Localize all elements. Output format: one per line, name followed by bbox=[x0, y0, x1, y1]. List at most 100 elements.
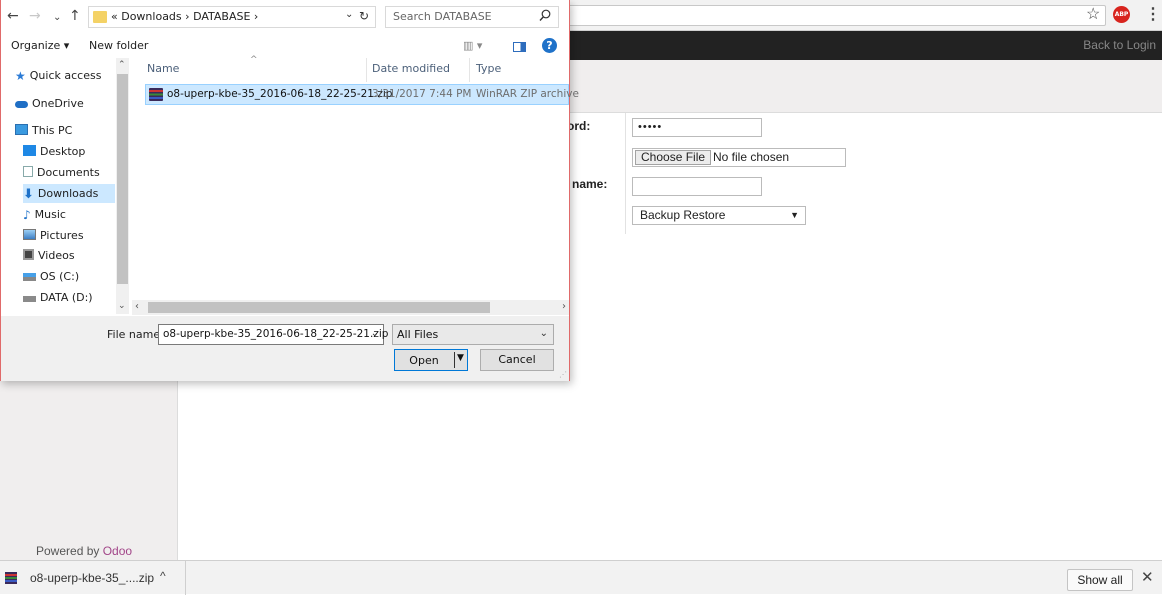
pictures-icon bbox=[23, 229, 36, 240]
address-dropdown-chevron-icon[interactable]: ⌄ bbox=[345, 9, 353, 20]
nav-item-os-c[interactable]: OS (C:) bbox=[23, 267, 115, 286]
cloud-icon bbox=[15, 101, 28, 108]
search-folder-box[interactable]: Search DATABASE bbox=[385, 6, 559, 28]
folder-icon bbox=[93, 11, 107, 23]
nav-item-label: Documents bbox=[37, 166, 100, 179]
recent-locations-chevron-icon[interactable]: ⌄ bbox=[53, 10, 61, 26]
nav-item-label: DATA (D:) bbox=[40, 291, 93, 304]
refresh-icon[interactable]: ↻ bbox=[359, 9, 369, 23]
navigation-pane-scrollbar[interactable]: ⌃ ⌄ bbox=[116, 58, 129, 314]
restore-mode-value: Backup Restore bbox=[640, 208, 726, 222]
new-folder-button[interactable]: New folder bbox=[89, 39, 148, 52]
dialog-navigation-bar: ← → ⌄ ↑ « Downloads › DATABASE › ⌄ ↻ Sea… bbox=[1, 0, 569, 34]
winrar-archive-icon bbox=[149, 88, 163, 101]
dialog-command-bar: Organize ▾ New folder ▥ ▾ ? bbox=[1, 34, 569, 58]
download-item-name: o8-uperp-kbe-35_....zip bbox=[30, 571, 155, 585]
star-pin-icon: ★ bbox=[15, 69, 26, 83]
download-item[interactable]: o8-uperp-kbe-35_....zip ^ bbox=[0, 561, 186, 595]
back-to-login-link[interactable]: Back to Login bbox=[1083, 38, 1156, 52]
organize-menu-button[interactable]: Organize ▾ bbox=[11, 39, 69, 52]
powered-by-text: Powered by bbox=[36, 544, 100, 558]
master-password-label: ord: bbox=[567, 119, 591, 133]
column-header-type[interactable]: Type bbox=[476, 62, 501, 75]
nav-item-quick-access[interactable]: ★ Quick access bbox=[15, 66, 115, 85]
file-type-cell: WinRAR ZIP archive bbox=[476, 88, 579, 100]
breadcrumb-overflow[interactable]: « bbox=[111, 10, 118, 23]
filter-dropdown-chevron-icon: ⌄ bbox=[539, 328, 548, 339]
file-type-filter-select[interactable]: All Files ⌄ bbox=[392, 324, 554, 345]
close-icon[interactable]: ✕ bbox=[1141, 569, 1154, 587]
chevron-up-icon[interactable]: ^ bbox=[160, 569, 166, 583]
nav-item-label: Pictures bbox=[40, 229, 84, 242]
master-password-input[interactable]: ••••• bbox=[632, 118, 762, 137]
nav-item-label: OneDrive bbox=[32, 97, 84, 110]
show-all-downloads-button[interactable]: Show all bbox=[1067, 569, 1133, 591]
file-name-dropdown-chevron-icon[interactable]: ⌄ bbox=[371, 328, 379, 339]
open-button-label: Open bbox=[409, 354, 439, 367]
preview-pane-icon[interactable] bbox=[513, 42, 526, 52]
scrollbar-thumb[interactable] bbox=[117, 74, 128, 284]
backup-file-picker[interactable]: Choose File No file chosen bbox=[632, 148, 846, 167]
file-list-row[interactable]: o8-uperp-kbe-35_2016-06-18_22-25-21.zip … bbox=[145, 84, 579, 105]
powered-by: Powered by Odoo bbox=[36, 544, 132, 558]
nav-item-label: Desktop bbox=[40, 145, 86, 158]
desktop-icon bbox=[23, 145, 36, 156]
documents-icon bbox=[23, 166, 33, 177]
drive-os-icon bbox=[23, 273, 36, 281]
bookmark-star-icon[interactable]: ☆ bbox=[1086, 5, 1100, 25]
scroll-up-chevron-icon[interactable]: ⌃ bbox=[118, 60, 126, 70]
restore-mode-select[interactable]: Backup Restore ▼ bbox=[632, 206, 806, 225]
nav-item-data-d[interactable]: DATA (D:) bbox=[23, 288, 115, 307]
database-name-input[interactable] bbox=[632, 177, 762, 196]
nav-item-onedrive[interactable]: OneDrive bbox=[15, 94, 115, 113]
nav-item-videos[interactable]: Videos bbox=[23, 246, 115, 265]
kebab-menu-icon[interactable]: ⋮ bbox=[1145, 5, 1161, 25]
column-separator[interactable] bbox=[469, 58, 470, 82]
up-arrow-icon[interactable]: ↑ bbox=[69, 8, 81, 24]
adblock-plus-icon[interactable]: ABP bbox=[1113, 6, 1130, 23]
nav-item-music[interactable]: ♪ Music bbox=[23, 205, 115, 224]
cancel-button[interactable]: Cancel bbox=[480, 349, 554, 371]
address-bar[interactable] bbox=[568, 5, 1106, 26]
file-name-input[interactable]: o8-uperp-kbe-35_2016-06-18_22-25-21.zip … bbox=[158, 324, 388, 345]
monitor-icon bbox=[15, 124, 28, 135]
breadcrumb-separator[interactable]: › bbox=[254, 10, 258, 23]
navigation-pane: ★ Quick access OneDrive This PC Desktop D… bbox=[1, 58, 129, 314]
search-icon bbox=[539, 9, 551, 21]
choose-file-button[interactable]: Choose File bbox=[635, 150, 712, 165]
column-header-name[interactable]: Name bbox=[147, 62, 179, 75]
nav-item-documents[interactable]: Documents bbox=[23, 163, 115, 182]
column-header-date-modified[interactable]: Date modified bbox=[372, 62, 450, 75]
nav-item-desktop[interactable]: Desktop bbox=[23, 142, 115, 161]
nav-item-label: Quick access bbox=[29, 69, 102, 82]
nav-item-label: This PC bbox=[32, 124, 73, 137]
nav-item-this-pc[interactable]: This PC bbox=[15, 121, 115, 140]
breadcrumb-database[interactable]: DATABASE bbox=[193, 10, 250, 23]
resize-grip-icon[interactable]: ⋰ bbox=[559, 370, 567, 379]
select-caret-icon: ▼ bbox=[790, 210, 799, 220]
scroll-left-chevron-icon[interactable]: ‹ bbox=[135, 301, 139, 312]
change-view-icon[interactable]: ▥ ▾ bbox=[463, 39, 482, 52]
file-date-cell: 3/31/2017 7:44 PM bbox=[372, 88, 472, 100]
odoo-brand-link[interactable]: Odoo bbox=[103, 544, 132, 558]
scroll-right-chevron-icon[interactable]: › bbox=[562, 301, 566, 312]
file-name-value: o8-uperp-kbe-35_2016-06-18_22-25-21.zip bbox=[163, 328, 389, 340]
breadcrumb-separator[interactable]: › bbox=[185, 10, 189, 23]
column-separator[interactable] bbox=[366, 58, 367, 82]
nav-item-label: Downloads bbox=[37, 187, 99, 200]
film-icon bbox=[23, 249, 34, 260]
open-options-dropdown-icon[interactable]: ▼ bbox=[457, 353, 464, 363]
scrollbar-thumb[interactable] bbox=[148, 302, 490, 313]
nav-item-label: OS (C:) bbox=[40, 270, 80, 283]
nav-item-pictures[interactable]: Pictures bbox=[23, 226, 115, 245]
back-arrow-icon[interactable]: ← bbox=[7, 8, 19, 24]
search-placeholder: Search DATABASE bbox=[393, 10, 492, 23]
breadcrumb-downloads[interactable]: Downloads bbox=[121, 10, 181, 23]
nav-item-downloads[interactable]: ⬇ Downloads bbox=[23, 184, 115, 203]
forward-arrow-icon[interactable]: → bbox=[29, 8, 41, 24]
open-button[interactable]: Open ▼ bbox=[394, 349, 468, 371]
scroll-down-chevron-icon[interactable]: ⌄ bbox=[118, 301, 126, 311]
folder-address-box[interactable]: « Downloads › DATABASE › ⌄ ↻ bbox=[88, 6, 376, 28]
help-icon[interactable]: ? bbox=[542, 38, 557, 53]
file-list-horizontal-scrollbar[interactable]: ‹ › bbox=[132, 300, 569, 315]
